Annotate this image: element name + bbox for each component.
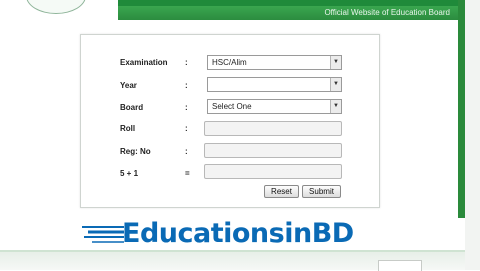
footer-tab [378,260,422,271]
examination-colon: : [185,58,188,67]
examination-label: Examination [120,58,168,67]
board-logo [26,0,86,14]
captcha-label: 5 + 1 [120,169,139,178]
captcha-input[interactable] [204,164,342,179]
reg-no-label: Reg: No [120,147,151,156]
board-label: Board [120,103,144,112]
page-background-right [465,0,480,270]
board-value: Select One [212,102,252,111]
board-select[interactable]: Select One ▼ [207,99,342,114]
chevron-down-icon[interactable]: ▼ [330,100,341,113]
roll-input[interactable] [204,121,342,136]
reg-no-colon: : [185,147,188,156]
year-select[interactable]: ▼ [207,77,342,92]
reset-button[interactable]: Reset [264,185,299,198]
watermark-logo: EducationsinBD [80,218,400,250]
roll-colon: : [185,124,188,133]
chevron-down-icon[interactable]: ▼ [330,56,341,69]
chevron-down-icon[interactable]: ▼ [330,78,341,91]
captcha-equals: = [185,169,190,178]
year-colon: : [185,81,188,90]
watermark-text: EducationsinBD [122,218,354,249]
reg-no-input[interactable] [204,143,342,158]
examination-value: HSC/Alim [212,58,247,67]
right-green-strip [458,0,465,218]
roll-label: Roll [120,124,136,133]
board-colon: : [185,103,188,112]
year-label: Year [120,81,137,90]
speed-lines-graphic [82,226,124,243]
header-subtitle: Official Website of Education Board [118,6,458,20]
submit-button[interactable]: Submit [302,185,341,198]
examination-select[interactable]: HSC/Alim ▼ [207,55,342,70]
